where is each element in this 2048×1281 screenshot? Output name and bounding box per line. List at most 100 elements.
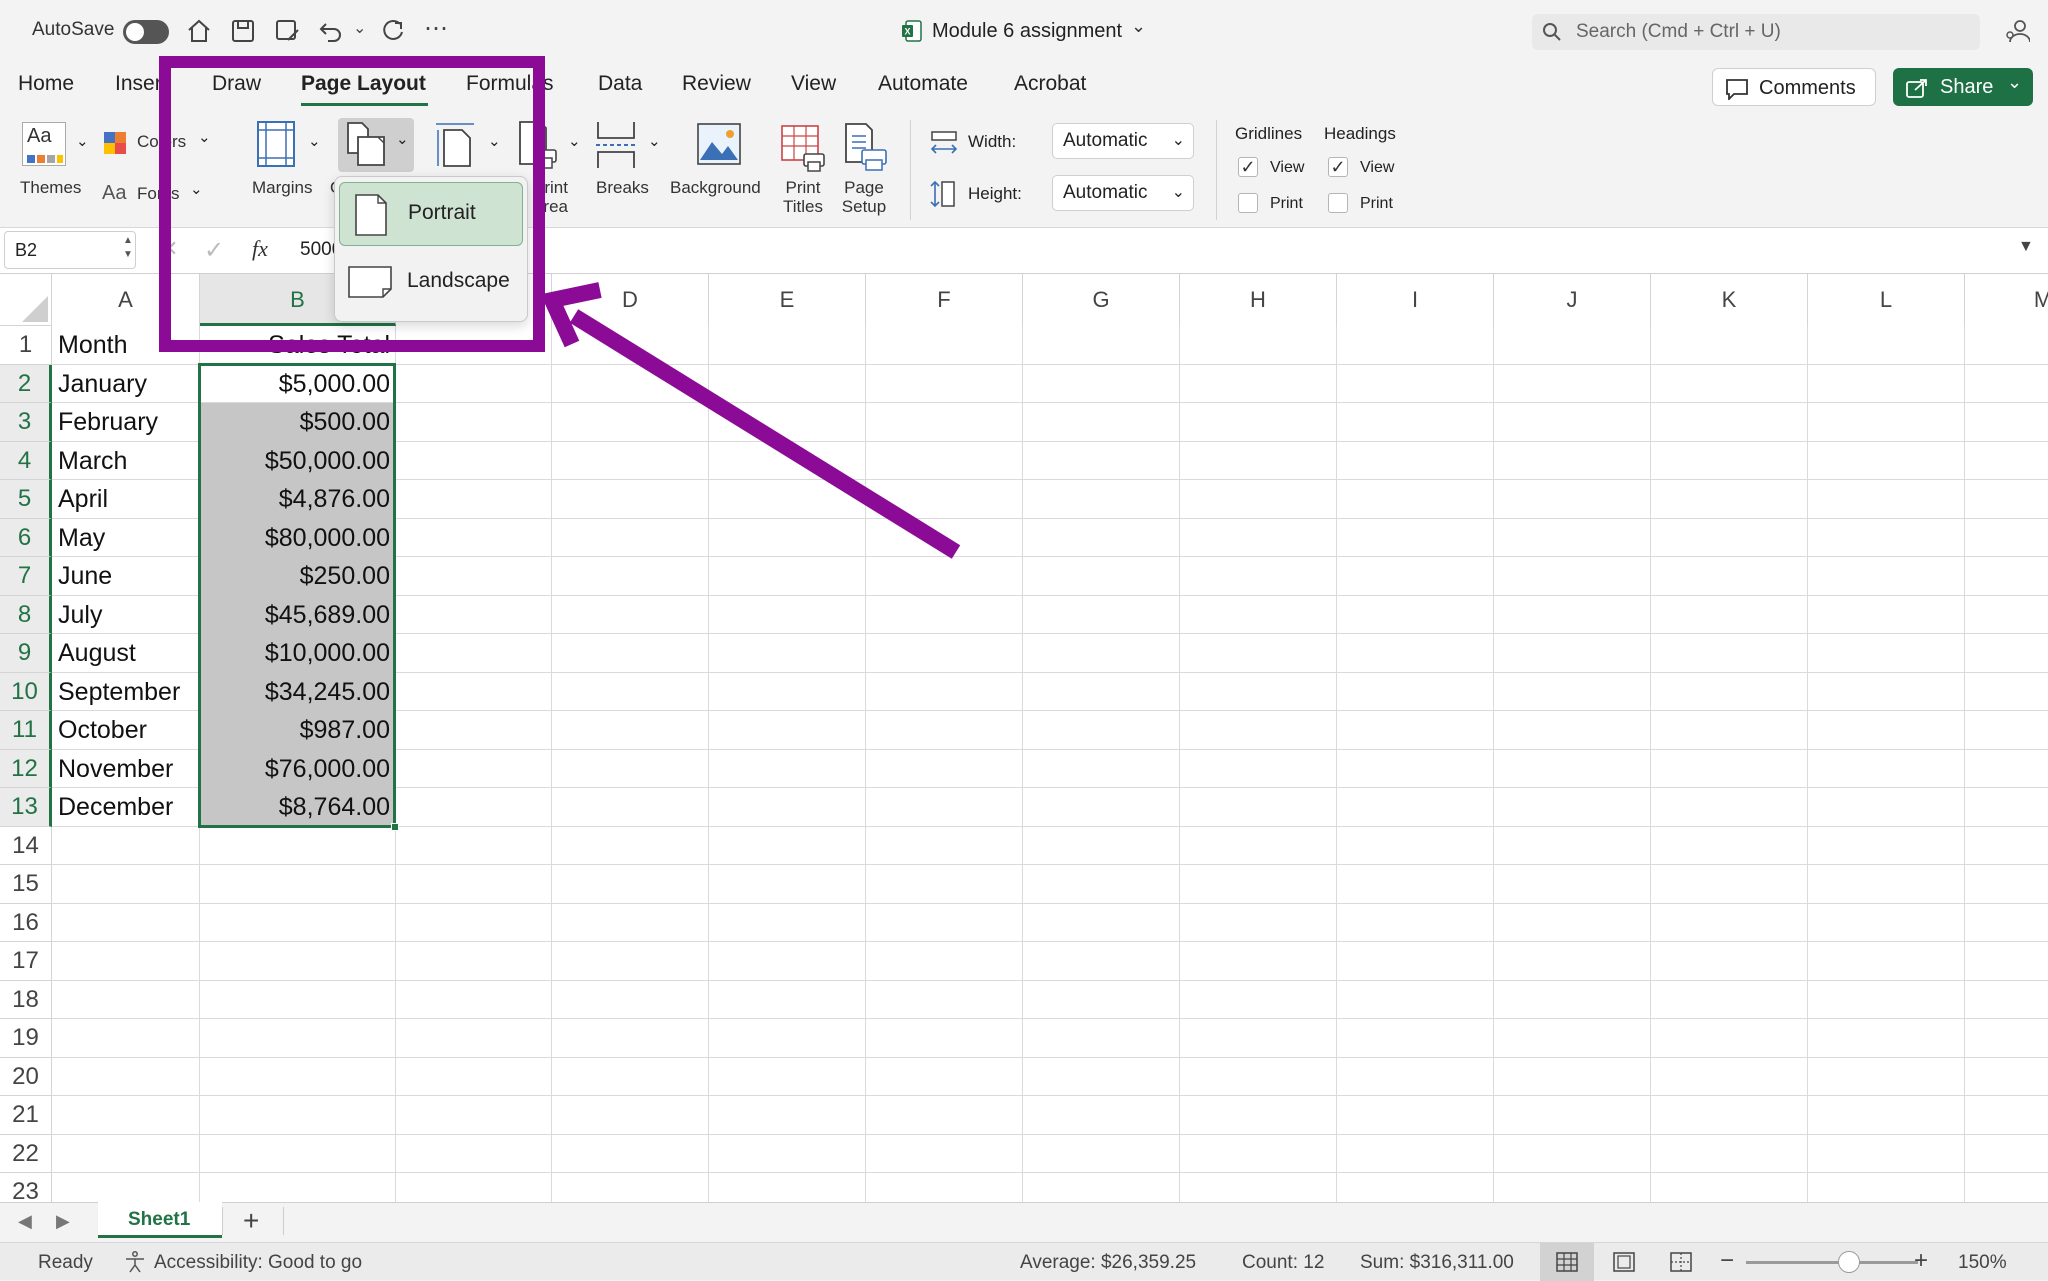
row-header-8[interactable]: 8 xyxy=(0,595,52,634)
sheet-next-icon[interactable]: ▶ xyxy=(56,1211,70,1232)
orientation-button[interactable]: ⌄ xyxy=(338,118,414,172)
search-box[interactable]: Search (Cmd + Ctrl + U) xyxy=(1532,14,1980,50)
page-break-view-icon[interactable] xyxy=(1670,1252,1692,1272)
column-header-f[interactable]: F xyxy=(866,274,1023,326)
cell-a12[interactable]: November xyxy=(58,750,194,789)
gridlines-print-checkbox[interactable] xyxy=(1238,193,1258,213)
row-header-21[interactable]: 21 xyxy=(0,1096,52,1135)
column-header-e[interactable]: E xyxy=(709,274,866,326)
cell-b1[interactable]: Sales Total xyxy=(206,326,390,365)
cancel-icon[interactable]: ✕ xyxy=(160,236,178,262)
redo-icon[interactable] xyxy=(380,18,406,44)
row-header-1[interactable]: 1 xyxy=(0,326,52,365)
zoom-in-icon[interactable]: + xyxy=(1914,1247,1928,1275)
cell-a9[interactable]: August xyxy=(58,634,194,673)
row-header-10[interactable]: 10 xyxy=(0,672,52,711)
fonts-chevron-down-icon[interactable]: ⌄ xyxy=(190,180,203,198)
row-header-6[interactable]: 6 xyxy=(0,518,52,557)
title-chevron-down-icon[interactable]: ⌄ xyxy=(1131,16,1146,37)
row-header-20[interactable]: 20 xyxy=(0,1057,52,1096)
cell-a4[interactable]: March xyxy=(58,442,194,481)
normal-view-button[interactable] xyxy=(1540,1243,1594,1281)
row-header-18[interactable]: 18 xyxy=(0,980,52,1019)
breaks-chevron-down-icon[interactable]: ⌄ xyxy=(648,132,661,150)
autosave-toggle[interactable] xyxy=(123,20,169,44)
worksheet-grid[interactable]: ABCDEFGHIJKLM123456789101112131415161718… xyxy=(0,274,2048,1202)
tab-view[interactable]: View xyxy=(791,72,836,96)
zoom-level[interactable]: 150% xyxy=(1958,1252,2007,1274)
zoom-slider-track[interactable] xyxy=(1746,1261,1918,1264)
width-select[interactable]: Automatic ⌄ xyxy=(1052,123,1194,159)
row-header-11[interactable]: 11 xyxy=(0,711,52,750)
row-header-23[interactable]: 23 xyxy=(0,1173,52,1202)
column-header-m[interactable]: M xyxy=(1965,274,2048,326)
row-header-19[interactable]: 19 xyxy=(0,1019,52,1058)
insert-function-icon[interactable]: fx xyxy=(252,236,268,262)
save-as-icon[interactable] xyxy=(274,18,300,44)
cell-a8[interactable]: July xyxy=(58,596,194,635)
print-area-icon[interactable] xyxy=(518,120,564,170)
cell-a1[interactable]: Month xyxy=(58,326,194,365)
tab-formulas[interactable]: Formulas xyxy=(466,72,554,96)
margins-chevron-down-icon[interactable]: ⌄ xyxy=(308,132,321,150)
save-icon[interactable] xyxy=(230,18,256,44)
row-header-4[interactable]: 4 xyxy=(0,441,52,480)
page-layout-view-icon[interactable] xyxy=(1613,1252,1635,1272)
column-header-i[interactable]: I xyxy=(1337,274,1494,326)
column-header-d[interactable]: D xyxy=(552,274,709,326)
headings-view-checkbox[interactable]: ✓ xyxy=(1328,157,1348,177)
row-header-17[interactable]: 17 xyxy=(0,942,52,981)
row-header-16[interactable]: 16 xyxy=(0,903,52,942)
tab-review[interactable]: Review xyxy=(682,72,751,96)
fonts-icon[interactable]: Aa xyxy=(102,182,126,205)
tab-data[interactable]: Data xyxy=(598,72,642,96)
themes-button[interactable]: Aa xyxy=(22,122,66,166)
margins-icon[interactable] xyxy=(256,120,296,168)
home-icon[interactable] xyxy=(186,18,212,44)
cell-a3[interactable]: February xyxy=(58,403,194,442)
more-icon[interactable]: ⋯ xyxy=(424,14,448,43)
tab-draw[interactable]: Draw xyxy=(212,72,261,96)
tab-page-layout[interactable]: Page Layout xyxy=(301,72,426,96)
name-box-stepper-icon[interactable]: ▲ ▼ xyxy=(123,234,133,262)
orientation-landscape-item[interactable]: Landscape xyxy=(339,251,523,315)
height-select[interactable]: Automatic ⌄ xyxy=(1052,175,1194,211)
background-icon[interactable] xyxy=(696,122,742,166)
row-header-15[interactable]: 15 xyxy=(0,865,52,904)
cell-a2[interactable]: January xyxy=(58,365,194,404)
tab-automate[interactable]: Automate xyxy=(878,72,968,96)
share-button[interactable]: Share ⌄ xyxy=(1893,68,2033,106)
cell-a10[interactable]: September xyxy=(58,673,194,712)
print-area-chevron-down-icon[interactable]: ⌄ xyxy=(568,132,581,150)
themes-chevron-down-icon[interactable]: ⌄ xyxy=(76,132,89,150)
orientation-portrait-item[interactable]: Portrait xyxy=(339,182,523,246)
account-icon[interactable] xyxy=(2004,18,2030,44)
column-header-g[interactable]: G xyxy=(1023,274,1180,326)
row-header-9[interactable]: 9 xyxy=(0,634,52,673)
tab-acrobat[interactable]: Acrobat xyxy=(1014,72,1086,96)
formula-expand-icon[interactable]: ▼ xyxy=(2018,238,2034,256)
breaks-icon[interactable] xyxy=(594,120,638,170)
sheet-prev-icon[interactable]: ◀ xyxy=(18,1211,32,1232)
status-accessibility[interactable]: Accessibility: Good to go xyxy=(154,1252,362,1274)
cell-a13[interactable]: December xyxy=(58,788,194,827)
column-header-h[interactable]: H xyxy=(1180,274,1337,326)
name-box[interactable]: B2 ▲ ▼ xyxy=(4,231,136,269)
zoom-slider-thumb[interactable] xyxy=(1838,1251,1861,1273)
row-header-3[interactable]: 3 xyxy=(0,403,52,442)
undo-dropdown-icon[interactable]: ⌄ xyxy=(353,18,366,38)
orientation-chevron-down-icon[interactable]: ⌄ xyxy=(396,130,409,148)
row-header-2[interactable]: 2 xyxy=(0,364,52,403)
gridlines-view-checkbox[interactable]: ✓ xyxy=(1238,157,1258,177)
share-chevron-down-icon[interactable]: ⌄ xyxy=(2007,72,2022,93)
zoom-out-icon[interactable]: − xyxy=(1720,1247,1734,1275)
document-title[interactable]: Module 6 assignment xyxy=(932,20,1122,43)
tab-insert[interactable]: Insert xyxy=(115,72,168,96)
fonts-label[interactable]: Fonts xyxy=(137,184,180,204)
row-header-22[interactable]: 22 xyxy=(0,1134,52,1173)
fill-handle[interactable] xyxy=(391,822,399,831)
column-header-j[interactable]: J xyxy=(1494,274,1651,326)
colors-label[interactable]: Colors xyxy=(137,132,186,152)
headings-print-checkbox[interactable] xyxy=(1328,193,1348,213)
cell-a6[interactable]: May xyxy=(58,519,194,558)
